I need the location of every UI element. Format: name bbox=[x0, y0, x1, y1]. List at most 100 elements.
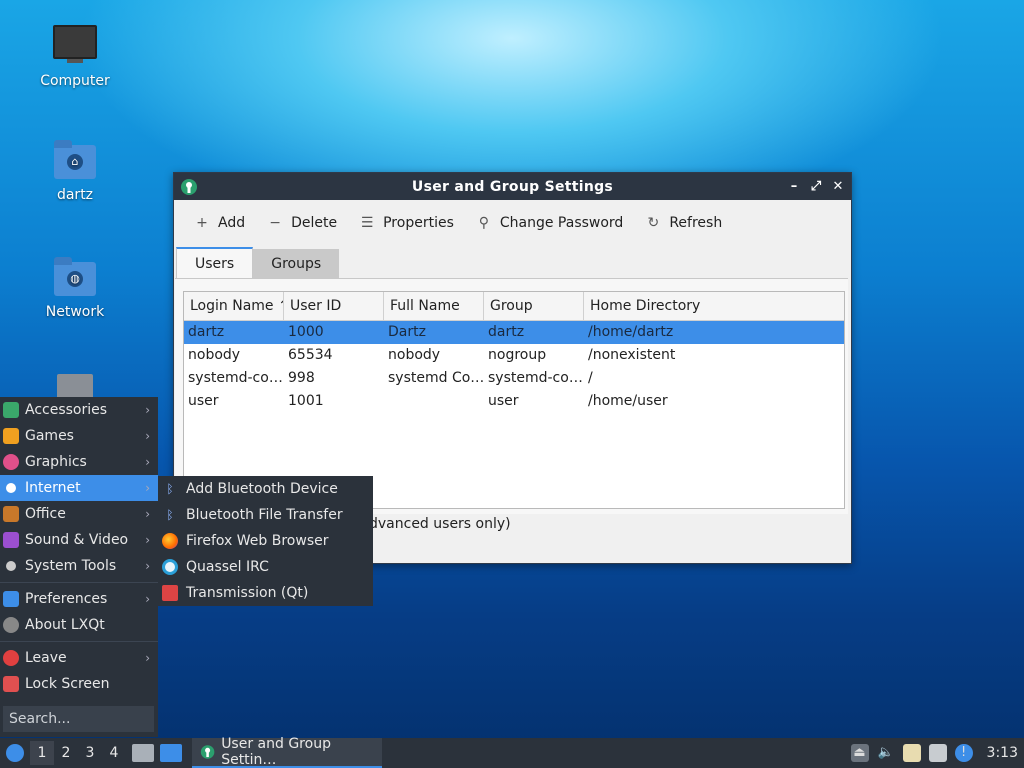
tab-users[interactable]: Users bbox=[176, 247, 254, 280]
column-header-home-directory[interactable]: Home Directory bbox=[584, 292, 842, 320]
cell: 1001 bbox=[288, 393, 324, 409]
cell: nobody bbox=[388, 347, 441, 363]
maximize-button[interactable]: ⤢ bbox=[807, 178, 825, 196]
menu-separator bbox=[0, 641, 158, 642]
workspace-2[interactable]: 2 bbox=[54, 741, 78, 765]
list-icon: ☰ bbox=[360, 215, 374, 231]
taskbar: 1 2 3 4 User and Group Settin… ⏏ 🔈 ! 3:1… bbox=[0, 736, 1024, 768]
computer-icon bbox=[53, 25, 97, 63]
notification-icon[interactable]: ! bbox=[954, 744, 973, 762]
internet-submenu: ᛒ Add Bluetooth Device ᛒ Bluetooth File … bbox=[158, 476, 373, 606]
internet-icon bbox=[3, 480, 19, 496]
add-button[interactable]: + Add bbox=[188, 211, 251, 235]
menu-item-about-lxqt[interactable]: About LXQt bbox=[0, 612, 158, 638]
add-label: Add bbox=[218, 215, 246, 231]
cell: dartz bbox=[188, 324, 225, 340]
close-button[interactable]: ✕ bbox=[829, 178, 847, 196]
transmission-icon bbox=[162, 585, 178, 601]
file-manager-launcher-icon[interactable] bbox=[132, 744, 154, 762]
plus-icon: + bbox=[196, 215, 208, 231]
menu-item-preferences[interactable]: Preferences › bbox=[0, 586, 158, 612]
desktop-icon-network[interactable]: ◍ Network bbox=[25, 257, 125, 320]
network-icon[interactable] bbox=[928, 744, 947, 762]
menu-item-accessories[interactable]: Accessories › bbox=[0, 397, 158, 423]
info-icon bbox=[3, 617, 19, 633]
chevron-right-icon: › bbox=[145, 455, 150, 469]
delete-button[interactable]: − Delete bbox=[261, 211, 343, 235]
workspace-3[interactable]: 3 bbox=[78, 741, 102, 765]
workspace-1[interactable]: 1 bbox=[30, 741, 54, 765]
menu-item-office[interactable]: Office › bbox=[0, 501, 158, 527]
workspace-4[interactable]: 4 bbox=[102, 741, 126, 765]
clock[interactable]: 3:13 bbox=[987, 745, 1018, 761]
tab-groups[interactable]: Groups bbox=[253, 249, 340, 279]
refresh-button[interactable]: ↻ Refresh bbox=[639, 211, 728, 235]
menu-item-leave[interactable]: Leave › bbox=[0, 645, 158, 671]
menu-item-graphics[interactable]: Graphics › bbox=[0, 449, 158, 475]
cell: /nonexistent bbox=[588, 347, 676, 363]
cell: systemd Co… bbox=[388, 370, 484, 386]
menu-item-label: Accessories bbox=[25, 402, 108, 418]
desktop-icon-computer[interactable]: Computer bbox=[25, 25, 125, 89]
cell: / bbox=[588, 370, 593, 386]
table-row[interactable]: systemd-co… 998 systemd Co… systemd-co… … bbox=[184, 367, 844, 390]
submenu-item-firefox[interactable]: Firefox Web Browser bbox=[158, 528, 373, 554]
cell: user bbox=[188, 393, 219, 409]
table-row[interactable]: dartz 1000 Dartz dartz /home/dartz bbox=[184, 321, 844, 344]
cell: 1000 bbox=[288, 324, 324, 340]
chevron-right-icon: › bbox=[145, 481, 150, 495]
volume-icon[interactable]: 🔈 bbox=[877, 744, 895, 762]
minimize-button[interactable]: – bbox=[785, 178, 803, 196]
cell: nogroup bbox=[488, 347, 547, 363]
menu-item-internet[interactable]: Internet › bbox=[0, 475, 158, 501]
table-row[interactable]: user 1001 user /home/user bbox=[184, 390, 844, 413]
bluetooth-icon: ᛒ bbox=[166, 482, 174, 496]
chevron-right-icon: › bbox=[145, 403, 150, 417]
chevron-right-icon: › bbox=[145, 592, 150, 606]
desktop-icon-home[interactable]: ⌂ dartz bbox=[25, 140, 125, 203]
power-icon bbox=[3, 650, 19, 666]
key-icon: ⚲ bbox=[478, 215, 489, 231]
show-desktop-icon[interactable] bbox=[160, 744, 182, 762]
menu-item-label: Internet bbox=[25, 480, 81, 496]
cell: 65534 bbox=[288, 347, 333, 363]
submenu-item-bluetooth-file-transfer[interactable]: ᛒ Bluetooth File Transfer bbox=[158, 502, 373, 528]
menu-search-input[interactable]: Search... bbox=[3, 706, 154, 732]
menu-separator bbox=[0, 582, 158, 583]
submenu-item-label: Bluetooth File Transfer bbox=[186, 507, 343, 523]
chevron-right-icon: › bbox=[145, 429, 150, 443]
submenu-item-transmission[interactable]: Transmission (Qt) bbox=[158, 580, 373, 606]
menu-item-label: Leave bbox=[25, 650, 67, 666]
column-header-login-name[interactable]: Login Name ⌃ bbox=[184, 292, 284, 320]
properties-label: Properties bbox=[383, 215, 454, 231]
menu-item-system-tools[interactable]: System Tools › bbox=[0, 553, 158, 579]
graphics-icon bbox=[3, 454, 19, 470]
submenu-item-add-bluetooth-device[interactable]: ᛒ Add Bluetooth Device bbox=[158, 476, 373, 502]
properties-button[interactable]: ☰ Properties bbox=[353, 211, 460, 235]
cell: 998 bbox=[288, 370, 315, 386]
eject-icon[interactable]: ⏏ bbox=[850, 744, 869, 762]
column-header-group[interactable]: Group bbox=[484, 292, 584, 320]
start-menu-button[interactable] bbox=[0, 738, 30, 768]
tab-bar: Users Groups bbox=[176, 247, 340, 280]
clipboard-icon[interactable] bbox=[902, 744, 921, 762]
cell: nobody bbox=[188, 347, 241, 363]
cell: /home/user bbox=[588, 393, 668, 409]
column-header-full-name[interactable]: Full Name bbox=[384, 292, 484, 320]
menu-item-games[interactable]: Games › bbox=[0, 423, 158, 449]
system-tray: ⏏ 🔈 ! 3:13 bbox=[850, 744, 1018, 762]
table-header: Login Name ⌃ User ID Full Name Group Hom… bbox=[184, 292, 844, 321]
toolbar: + Add − Delete ☰ Properties ⚲ Change Pas… bbox=[174, 200, 851, 246]
table-row[interactable]: nobody 65534 nobody nogroup /nonexistent bbox=[184, 344, 844, 367]
column-header-user-id[interactable]: User ID bbox=[284, 292, 384, 320]
minus-icon: − bbox=[269, 215, 281, 231]
network-folder-icon: ◍ bbox=[54, 257, 96, 296]
menu-item-sound-video[interactable]: Sound & Video › bbox=[0, 527, 158, 553]
window-titlebar[interactable]: User and Group Settings – ⤢ ✕ bbox=[174, 173, 851, 200]
chevron-right-icon: › bbox=[145, 651, 150, 665]
change-password-button[interactable]: ⚲ Change Password bbox=[470, 211, 629, 235]
submenu-item-quassel-irc[interactable]: Quassel IRC bbox=[158, 554, 373, 580]
menu-item-lock-screen[interactable]: Lock Screen bbox=[0, 671, 158, 697]
advanced-users-note: dvanced users only) bbox=[369, 516, 511, 532]
task-user-group-settings[interactable]: User and Group Settin… bbox=[192, 736, 382, 768]
